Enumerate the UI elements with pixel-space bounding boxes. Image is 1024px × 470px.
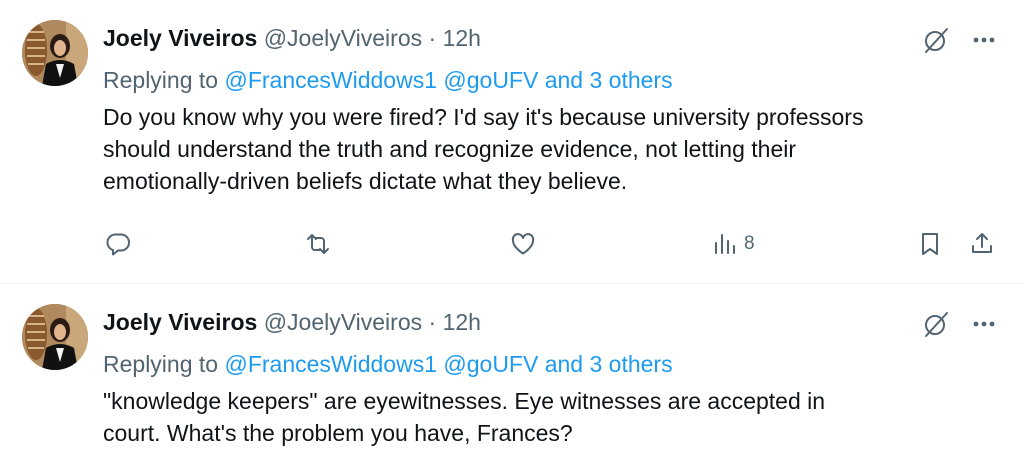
tweet[interactable]: Joely Viveiros @JoelyViveiros · 12h Repl… bbox=[0, 0, 1024, 283]
grok-button[interactable] bbox=[920, 24, 952, 56]
separator-dot: · bbox=[428, 309, 437, 335]
profile-photo bbox=[22, 304, 88, 370]
more-icon bbox=[973, 321, 995, 327]
replying-to: Replying to @FrancesWiddows1 @goUFV and … bbox=[103, 348, 673, 380]
views-icon bbox=[715, 234, 735, 254]
tweet-text: "knowledge keepers" are eyewitnesses. Ey… bbox=[103, 385, 1003, 449]
replying-to-label: Replying to bbox=[103, 351, 219, 377]
tweet-actions: 8 bbox=[0, 226, 1024, 262]
tweet-text-line: court. What's the problem you have, Fran… bbox=[103, 420, 573, 446]
tweet-text-line: should understand the truth and recogniz… bbox=[103, 136, 797, 162]
avatar[interactable] bbox=[22, 20, 88, 86]
mention-link[interactable]: @FrancesWiddows1 bbox=[224, 67, 437, 93]
share-button[interactable] bbox=[968, 226, 996, 262]
reply-button[interactable] bbox=[104, 226, 132, 262]
avatar[interactable] bbox=[22, 304, 88, 370]
author-handle[interactable]: @JoelyViveiros bbox=[264, 25, 422, 51]
mention-link[interactable]: @FrancesWiddows1 bbox=[224, 351, 437, 377]
tweet-text-line: Do you know why you were fired? I'd say … bbox=[103, 104, 864, 130]
grok-icon bbox=[925, 28, 948, 53]
replying-to: Replying to @FrancesWiddows1 @goUFV and … bbox=[103, 64, 673, 96]
separator-dot: · bbox=[428, 25, 437, 51]
grok-icon bbox=[925, 312, 948, 337]
mention-link[interactable]: @goUFV bbox=[443, 67, 538, 93]
tweet-header: Joely Viveiros @JoelyViveiros · 12h bbox=[103, 22, 481, 54]
timestamp[interactable]: 12h bbox=[443, 25, 481, 51]
tweet-text: Do you know why you were fired? I'd say … bbox=[103, 101, 1003, 197]
timestamp[interactable]: 12h bbox=[443, 309, 481, 335]
tweet-feed: Joely Viveiros @JoelyViveiros · 12h Repl… bbox=[0, 0, 1024, 470]
retweet-icon bbox=[307, 234, 329, 254]
views-button[interactable]: 8 bbox=[712, 226, 755, 262]
comment-icon bbox=[106, 233, 130, 256]
author-name[interactable]: Joely Viveiros bbox=[103, 309, 257, 335]
replying-to-label: Replying to bbox=[103, 67, 219, 93]
tweet-header: Joely Viveiros @JoelyViveiros · 12h bbox=[103, 306, 481, 338]
like-button[interactable] bbox=[509, 226, 537, 262]
retweet-button[interactable] bbox=[303, 226, 333, 262]
share-icon bbox=[972, 233, 992, 253]
others-link[interactable]: and 3 others bbox=[545, 67, 673, 93]
profile-photo bbox=[22, 20, 88, 86]
tweet-text-line: "knowledge keepers" are eyewitnesses. Ey… bbox=[103, 388, 826, 414]
mention-link[interactable]: @goUFV bbox=[443, 351, 538, 377]
tweet[interactable]: Joely Viveiros @JoelyViveiros · 12h Repl… bbox=[0, 284, 1024, 470]
more-options-button[interactable] bbox=[968, 308, 1000, 340]
author-name[interactable]: Joely Viveiros bbox=[103, 25, 257, 51]
grok-button[interactable] bbox=[920, 308, 952, 340]
views-count: 8 bbox=[744, 233, 755, 254]
bookmark-button[interactable] bbox=[916, 226, 944, 262]
heart-icon bbox=[511, 233, 535, 255]
more-options-button[interactable] bbox=[968, 24, 1000, 56]
others-link[interactable]: and 3 others bbox=[545, 351, 673, 377]
bookmark-icon bbox=[922, 233, 938, 255]
tweet-text-line: emotionally-driven beliefs dictate what … bbox=[103, 168, 628, 194]
author-handle[interactable]: @JoelyViveiros bbox=[264, 309, 422, 335]
more-icon bbox=[973, 37, 995, 43]
